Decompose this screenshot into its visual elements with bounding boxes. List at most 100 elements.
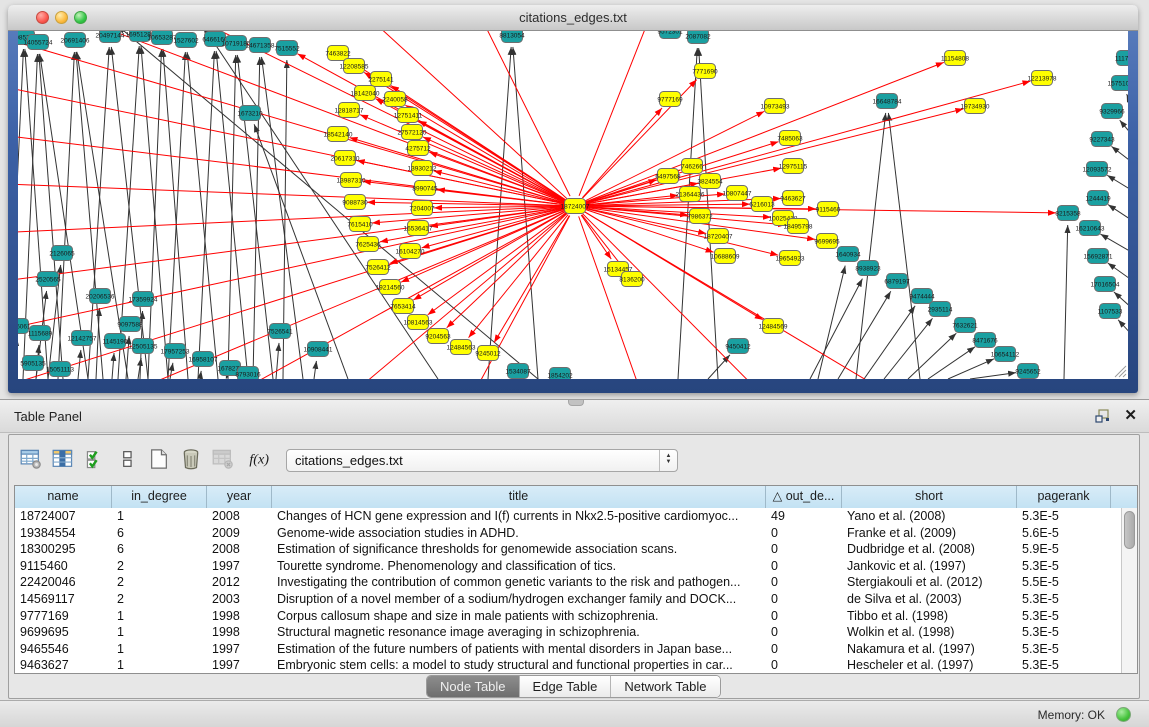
graph-node[interactable]: 12484563: [447, 340, 476, 355]
graph-node[interactable]: 8813054: [499, 31, 525, 43]
graph-edge[interactable]: [579, 216, 658, 379]
graph-node[interactable]: 16210643: [1076, 221, 1105, 236]
column-header-year[interactable]: year: [207, 486, 272, 508]
graph-node[interactable]: 18724007: [561, 199, 590, 214]
graph-edge[interactable]: [586, 81, 1031, 203]
graph-node[interactable]: 9227343: [1089, 132, 1115, 147]
graph-node[interactable]: 9463627: [780, 191, 806, 206]
graph-node[interactable]: 7485063: [777, 131, 803, 146]
graph-node[interactable]: 12213978: [1028, 71, 1057, 86]
graph-node[interactable]: 8215358: [1055, 206, 1081, 221]
graph-node[interactable]: 20691406: [61, 33, 90, 48]
graph-edge[interactable]: [18, 31, 565, 202]
graph-node[interactable]: 2087082: [685, 31, 711, 44]
graph-node[interactable]: 9088730: [342, 195, 368, 210]
graph-node[interactable]: 9450412: [725, 339, 751, 354]
graph-node[interactable]: 1115689: [28, 326, 53, 341]
graph-edge[interactable]: [1064, 225, 1068, 379]
selection-mode-icon[interactable]: [84, 446, 110, 472]
graph-edge[interactable]: [448, 31, 570, 196]
graph-edge[interactable]: [1120, 120, 1128, 136]
graph-edge[interactable]: [884, 318, 933, 379]
graph-node[interactable]: 9572301: [657, 31, 683, 39]
graph-node[interactable]: 14055724: [24, 35, 53, 50]
close-window-icon[interactable]: [36, 11, 49, 24]
graph-node[interactable]: 18720407: [704, 229, 733, 244]
table-row[interactable]: 1456911722003Disruption of a novel membe…: [15, 591, 1122, 608]
graph-node[interactable]: 15751074: [1108, 76, 1128, 91]
function-builder-icon[interactable]: f(x): [246, 446, 272, 472]
table-row[interactable]: 1830029562008Estimation of significance …: [15, 541, 1122, 558]
column-header-in_degree[interactable]: in_degree: [112, 486, 207, 508]
graph-node[interactable]: 12751411: [394, 108, 423, 123]
graph-node[interactable]: 19214560: [376, 280, 405, 295]
graph-node[interactable]: 10814563: [404, 315, 433, 330]
graph-node[interactable]: 10654112: [991, 347, 1020, 362]
graph-edge[interactable]: [118, 31, 538, 379]
graph-node[interactable]: 10973493: [761, 99, 790, 114]
graph-edge[interactable]: [1111, 146, 1128, 163]
column-visibility-icon[interactable]: [51, 446, 77, 472]
graph-node[interactable]: 1854202: [547, 368, 573, 380]
column-header-name[interactable]: name: [15, 486, 112, 508]
graph-node[interactable]: 12484569: [759, 319, 788, 334]
graph-edge[interactable]: [1118, 320, 1128, 336]
graph-node[interactable]: 14671358: [246, 38, 275, 53]
graph-node[interactable]: 20206536: [86, 289, 115, 304]
graph-node[interactable]: 17359924: [129, 292, 158, 307]
graph-node[interactable]: 2935114: [928, 302, 953, 317]
graph-node[interactable]: 12505135: [129, 339, 158, 354]
graph-edge[interactable]: [423, 137, 565, 201]
graph-node[interactable]: 15692871: [1084, 249, 1113, 264]
graph-edge[interactable]: [18, 31, 564, 203]
graph-edge[interactable]: [494, 215, 569, 342]
graph-node[interactable]: 8990745: [412, 181, 438, 196]
graph-node[interactable]: 9474444: [909, 289, 935, 304]
float-window-icon[interactable]: [1095, 409, 1111, 424]
tab-node-table[interactable]: Node Table: [427, 676, 520, 697]
graph-node[interactable]: 6216013: [749, 197, 775, 212]
graph-node[interactable]: 4275712: [405, 141, 431, 156]
graph-node[interactable]: 12975115: [779, 159, 808, 174]
graph-edge[interactable]: [1108, 205, 1128, 221]
graph-edge[interactable]: [314, 361, 316, 379]
graph-edge[interactable]: [888, 113, 920, 379]
tab-network-table[interactable]: Network Table: [611, 676, 719, 697]
graph-node[interactable]: 12093572: [1083, 162, 1112, 177]
graph-node[interactable]: 18495798: [784, 219, 813, 234]
graph-node[interactable]: 12208585: [340, 59, 369, 74]
graph-node[interactable]: 7526412: [365, 260, 391, 275]
graph-edge[interactable]: [200, 371, 201, 379]
graph-node[interactable]: 7632621: [952, 318, 978, 333]
graph-node[interactable]: 1107533: [1098, 304, 1123, 319]
graph-node[interactable]: 9777169: [657, 92, 683, 107]
resize-grip-icon[interactable]: [1115, 366, 1126, 377]
graph-edge[interactable]: [928, 347, 975, 379]
graph-node[interactable]: 2520565: [35, 272, 61, 287]
graph-node[interactable]: 19654923: [776, 251, 805, 266]
graph-edge[interactable]: [360, 115, 565, 202]
table-row[interactable]: 946554611997Estimation of the future num…: [15, 641, 1122, 658]
graph-node[interactable]: 8793016: [235, 367, 261, 380]
graph-edge[interactable]: [856, 113, 886, 379]
graph-node[interactable]: 1673210: [237, 106, 263, 121]
table-source-dropdown[interactable]: citations_edges.txt ▲▼: [286, 449, 678, 472]
graph-edge[interactable]: [970, 373, 1016, 379]
new-document-icon[interactable]: [147, 446, 173, 472]
scrollbar-thumb[interactable]: [1124, 511, 1135, 549]
graph-node[interactable]: 18542140: [324, 127, 353, 142]
graph-edge[interactable]: [1107, 175, 1128, 191]
graph-node[interactable]: 1640934: [835, 247, 861, 262]
column-header-title[interactable]: title: [272, 486, 766, 508]
graph-edge[interactable]: [582, 108, 662, 198]
graph-node[interactable]: 2275141: [368, 72, 394, 87]
vertical-scrollbar[interactable]: [1121, 508, 1137, 673]
graph-node[interactable]: 1534087: [505, 364, 531, 379]
graph-node[interactable]: 17957253: [161, 344, 190, 359]
column-header-pagerank[interactable]: pagerank: [1017, 486, 1111, 508]
graph-node[interactable]: 7653414: [390, 299, 416, 314]
column-header-out_de[interactable]: △ out_de...: [766, 486, 842, 508]
graph-edge[interactable]: [187, 52, 218, 379]
graph-edge[interactable]: [148, 49, 162, 379]
graph-node[interactable]: 9097588: [117, 317, 143, 332]
